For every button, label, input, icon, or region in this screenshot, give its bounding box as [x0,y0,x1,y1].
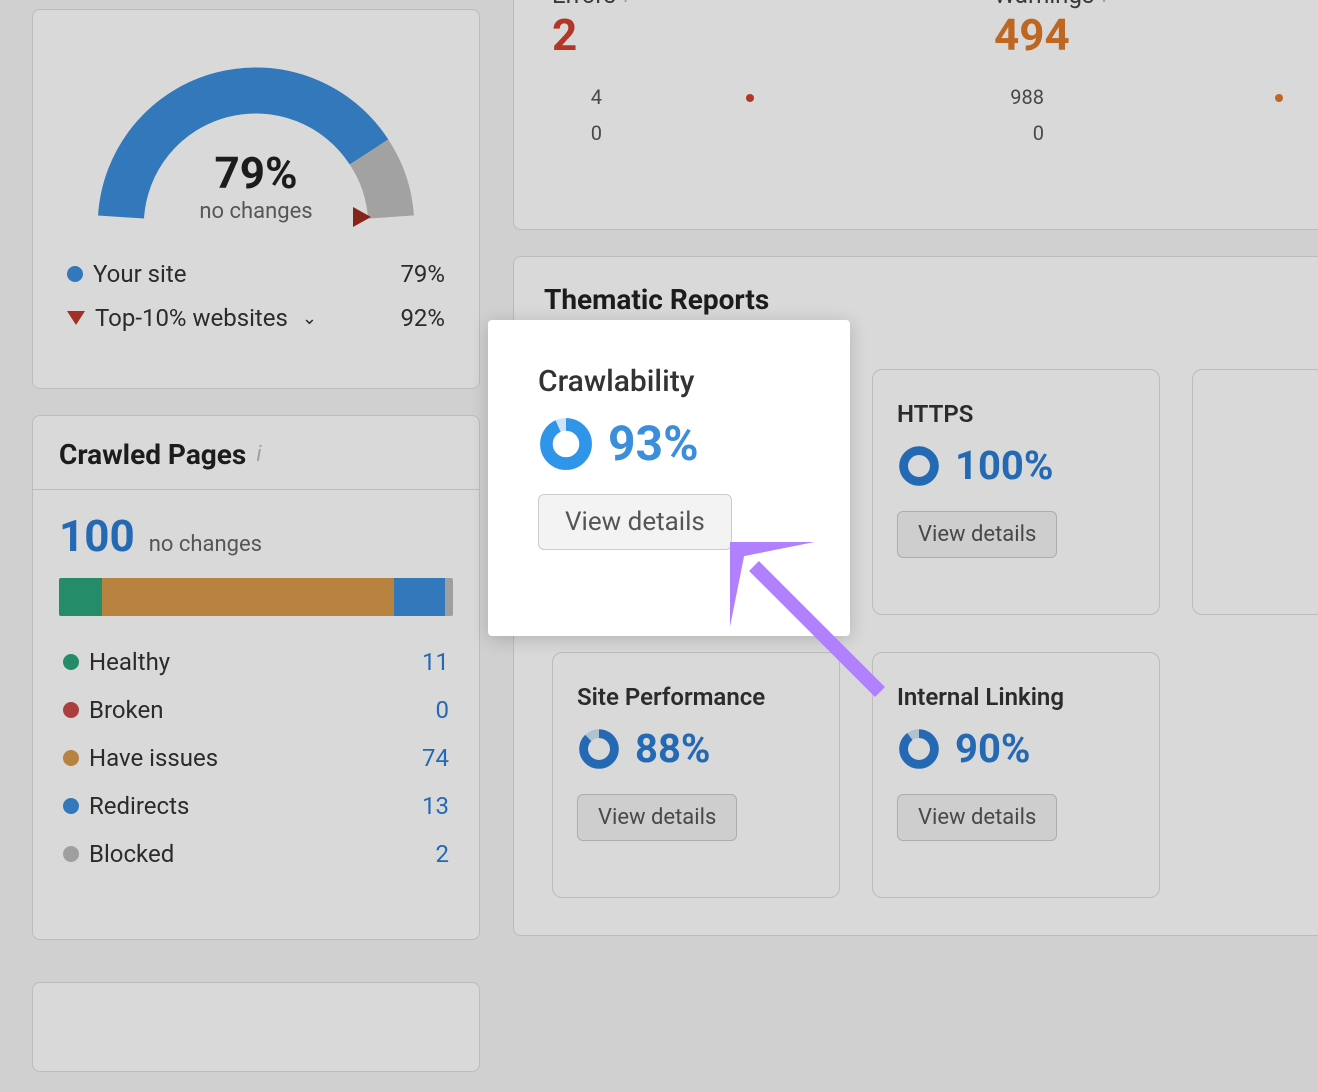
errors-label: Errors [552,0,616,9]
info-icon: i [624,0,629,8]
tile-title: HTTPS [897,400,1135,428]
axis-tick: 4 [552,85,602,109]
legend-dot-icon [63,702,79,718]
breakdown-label: Blocked [89,840,174,868]
donut-icon [577,727,621,771]
datapoint-icon [746,94,754,102]
tile-value: 90% [955,725,1030,772]
warnings-value: 494 [994,9,1294,61]
report-tile-cutoff [1192,369,1318,615]
report-tile-performance: Site Performance 88% View details [552,652,840,898]
breakdown-blocked[interactable]: Blocked 2 [59,830,453,878]
legend-your-site[interactable]: Your site 79% [57,252,455,296]
breakdown-broken[interactable]: Broken 0 [59,686,453,734]
breakdown-redirects[interactable]: Redirects 13 [59,782,453,830]
breakdown-value: 74 [409,744,449,772]
info-icon[interactable]: i [256,442,261,467]
donut-icon [897,444,941,488]
legend-top10-dropdown[interactable]: Top-10% websites ⌄ 92% [57,296,455,340]
legend-label: Top-10% websites [95,304,288,332]
breakdown-label: Have issues [89,744,218,772]
crawled-pages-title: Crawled Pages [59,438,246,471]
tile-value: 93% [608,415,699,472]
gauge-change-label: no changes [91,199,421,224]
tile-title: Crawlability [538,364,806,399]
errors-sparkline: 4 0 [552,79,852,151]
tile-value: 88% [635,725,710,772]
card-cutoff [32,982,480,1072]
errors-column: Errors i 2 4 0 [552,0,852,151]
legend-label: Your site [93,260,186,288]
triangle-icon [67,311,85,325]
view-details-button[interactable]: View details [538,494,732,550]
view-details-button[interactable]: View details [577,794,737,841]
legend-dot-icon [63,846,79,862]
gauge-percent: 79% [91,147,421,199]
axis-tick: 988 [994,85,1044,109]
errors-title: Errors i [552,0,852,9]
axis-tick: 0 [552,121,602,145]
breakdown-label: Broken [89,696,163,724]
warnings-sparkline: 988 0 [994,79,1294,151]
breakdown-healthy[interactable]: Healthy 11 [59,638,453,686]
breakdown-issues[interactable]: Have issues 74 [59,734,453,782]
warnings-column: Warnings i 494 988 0 [994,0,1294,151]
crawled-count: 100 [59,510,135,562]
datapoint-icon [1275,94,1283,102]
donut-icon [897,727,941,771]
crawled-breakdown-bar [59,578,453,616]
health-gauge: 79% no changes [91,42,421,232]
tile-title: Internal Linking [897,683,1135,711]
warnings-title: Warnings i [994,0,1294,9]
thematic-reports-title: Thematic Reports [544,283,1302,316]
donut-icon [538,416,594,472]
tile-value: 100% [955,442,1053,489]
axis-tick: 0 [994,121,1044,145]
legend-dot-icon [63,798,79,814]
issues-summary-card: Errors i 2 4 0 Warnings i 494 988 0 [513,0,1318,230]
warnings-label: Warnings [994,0,1094,9]
site-health-card: 79% no changes Your site 79% Top-10% web… [32,9,480,389]
breakdown-value: 11 [409,648,449,676]
legend-value: 92% [400,304,445,332]
tile-title: Site Performance [577,683,815,711]
crawled-pages-card: Crawled Pages i 100 no changes Healthy 1… [32,415,480,940]
legend-dot-icon [63,750,79,766]
crawled-change-label: no changes [149,532,262,557]
breakdown-label: Healthy [89,648,170,676]
report-tile-https: HTTPS 100% View details [872,369,1160,615]
breakdown-value: 2 [409,840,449,868]
report-tile-linking: Internal Linking 90% View details [872,652,1160,898]
report-tile-crawlability-highlighted: Crawlability 93% View details [488,320,850,636]
breakdown-value: 0 [409,696,449,724]
errors-value: 2 [552,9,852,61]
chevron-down-icon: ⌄ [302,308,317,329]
legend-dot-icon [63,654,79,670]
legend-dot-icon [67,266,83,282]
legend-value: 79% [400,260,445,288]
view-details-button[interactable]: View details [897,794,1057,841]
view-details-button[interactable]: View details [897,511,1057,558]
breakdown-label: Redirects [89,792,189,820]
breakdown-value: 13 [409,792,449,820]
info-icon: i [1102,0,1107,8]
